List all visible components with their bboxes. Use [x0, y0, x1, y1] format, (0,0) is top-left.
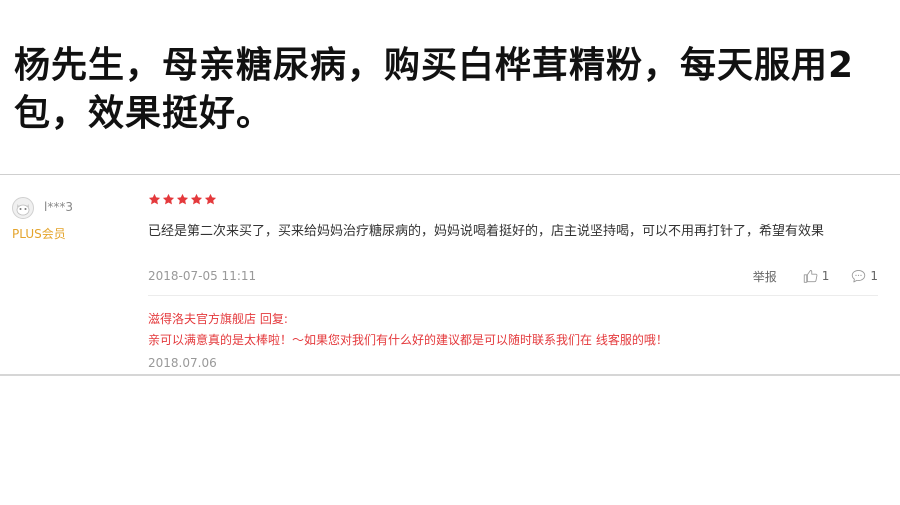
- comment-count: 1: [870, 269, 878, 283]
- thumbs-up-icon: [803, 269, 818, 283]
- star-icon: [162, 193, 175, 205]
- report-button[interactable]: 举报: [753, 268, 777, 285]
- review-date: 2018-07-05 11:11: [148, 269, 257, 283]
- seller-reply-text: 亲可以满意真的是太棒啦！～如果您对我们有什么好的建议都是可以随时联系我们在 线客…: [148, 333, 668, 347]
- seller-reply-header: 滋得洛夫官方旗舰店 回复:: [148, 312, 288, 326]
- star-icon: [148, 193, 161, 205]
- like-button[interactable]: 1: [803, 269, 830, 283]
- star-icon: [190, 193, 203, 205]
- review-card: l***3 PLUS会员 已经是第二次来买了，买来给妈妈治疗糖尿病的，妈妈说喝着…: [0, 174, 900, 376]
- star-icon: [204, 193, 217, 205]
- review-actions: 举报 1 1: [753, 267, 878, 285]
- like-count: 1: [821, 269, 830, 283]
- reviewer-name: l***3: [44, 200, 73, 214]
- headline-caption: 杨先生，母亲糖尿病，购买白桦茸精粉，每天服用2包，效果挺好。: [14, 45, 855, 134]
- seller-reply-date: 2018.07.06: [148, 356, 217, 370]
- reply-divider: [148, 295, 878, 296]
- star-icon: [176, 193, 189, 205]
- screenshot-page: 杨先生，母亲糖尿病，购买白桦茸精粉，每天服用2包，效果挺好。 l***3 PLU…: [0, 0, 900, 505]
- comment-icon: [852, 269, 866, 283]
- review-text: 已经是第二次来买了，买来给妈妈治疗糖尿病的，妈妈说喝着挺好的，店主说坚持喝，可以…: [148, 224, 825, 239]
- membership-badge: PLUS会员: [12, 227, 66, 241]
- default-avatar-icon[interactable]: [12, 197, 34, 219]
- comment-button[interactable]: 1: [851, 269, 878, 283]
- star-rating: [148, 193, 217, 209]
